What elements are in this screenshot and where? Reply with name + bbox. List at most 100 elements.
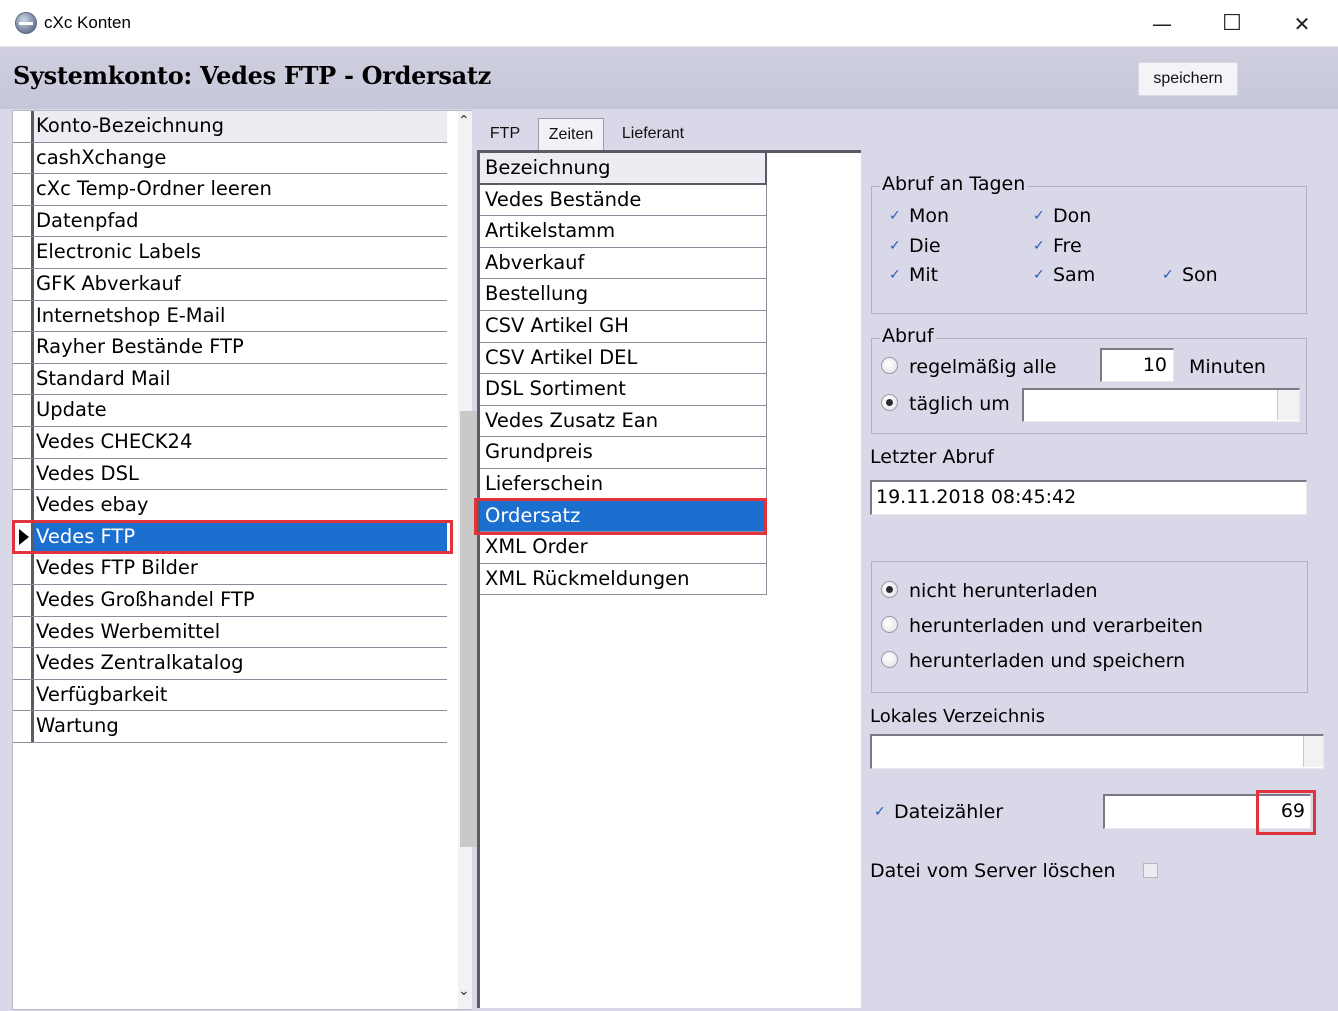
daily-time-input[interactable]	[1022, 388, 1300, 422]
account-row[interactable]: Vedes Zentralkatalog	[13, 648, 447, 680]
account-row[interactable]: Electronic Labels	[13, 237, 447, 269]
interval-input[interactable]: 10	[1100, 348, 1174, 382]
day-label: Don	[1053, 205, 1092, 227]
download-option-radio[interactable]	[881, 581, 898, 598]
local-dir-label: Lokales Verzeichnis	[870, 706, 1046, 727]
last-fetch-value: 19.11.2018 08:45:42	[876, 486, 1077, 508]
record-row[interactable]: XML Rückmeldungen	[480, 563, 767, 596]
record-row[interactable]: XML Order	[480, 532, 767, 564]
record-row[interactable]: Grundpreis	[480, 437, 767, 469]
tab-ftp[interactable]: FTP	[482, 118, 528, 150]
account-row[interactable]: cashXchange	[13, 142, 447, 175]
account-row[interactable]: Vedes Werbemittel	[13, 616, 447, 649]
row-indicator	[13, 585, 34, 616]
day-checkbox-fre[interactable]: ✓	[1033, 239, 1047, 253]
tab-lieferant[interactable]: Lieferant	[612, 118, 694, 150]
account-row[interactable]: Vedes ebay	[13, 490, 447, 522]
row-indicator	[13, 205, 34, 237]
day-checkbox-mon[interactable]: ✓	[889, 209, 903, 223]
account-row[interactable]: cXc Temp-Ordner leeren	[13, 174, 447, 206]
account-row[interactable]: Verfügbarkeit	[13, 679, 447, 712]
record-row[interactable]: Lieferschein	[480, 469, 767, 501]
account-label: Konto-Bezeichnung	[36, 114, 224, 137]
accounts-column-header[interactable]: Konto-Bezeichnung	[13, 111, 447, 143]
row-indicator	[13, 427, 34, 458]
record-row[interactable]: Vedes Bestände	[480, 184, 767, 217]
day-checkbox-don[interactable]: ✓	[1033, 209, 1047, 223]
radio-daily[interactable]	[881, 394, 898, 411]
account-label: Vedes Zentralkatalog	[36, 651, 244, 675]
tab-zeiten[interactable]: Zeiten	[538, 118, 604, 150]
browse-button[interactable]	[1303, 736, 1323, 767]
local-dir-input[interactable]	[870, 734, 1324, 769]
account-label: Vedes FTP Bilder	[36, 556, 198, 580]
row-indicator	[13, 142, 34, 174]
scroll-up-icon[interactable]: ⌃	[458, 113, 470, 129]
day-checkbox-die[interactable]: ✓	[889, 239, 903, 253]
record-label: XML Rückmeldungen	[485, 566, 690, 590]
account-label: Vedes Großhandel FTP	[36, 588, 255, 611]
account-label: Datenpfad	[36, 208, 139, 232]
app-icon	[15, 12, 37, 34]
row-indicator	[13, 363, 34, 395]
account-row[interactable]: Wartung	[13, 711, 447, 743]
download-option-label: herunterladen und verarbeiten	[909, 615, 1203, 637]
window-title: cXc Konten	[44, 13, 131, 32]
maximize-button[interactable]: ☐	[1197, 0, 1267, 47]
save-button[interactable]: speichern	[1138, 62, 1238, 96]
record-row[interactable]: CSV Artikel GH	[480, 311, 767, 343]
record-row[interactable]: Vedes Zusatz Ean	[480, 405, 767, 438]
record-row[interactable]: Artikelstamm	[480, 216, 767, 248]
records-column-header[interactable]: Bezeichnung	[480, 153, 767, 185]
record-row[interactable]: DSL Sortiment	[480, 374, 767, 406]
record-label: Vedes Bestände	[485, 187, 642, 211]
row-indicator	[13, 174, 34, 205]
account-label: Internetshop E-Mail	[36, 303, 226, 327]
account-row[interactable]: Vedes DSL	[13, 458, 447, 491]
file-counter-checkbox[interactable]: ✓	[874, 805, 888, 819]
day-label: Mit	[909, 264, 939, 286]
page-title: Systemkonto: Vedes FTP - Ordersatz	[13, 61, 491, 90]
day-label: Son	[1182, 264, 1218, 286]
file-counter-label: Dateizähler	[894, 801, 1004, 823]
day-checkbox-sam[interactable]: ✓	[1033, 268, 1047, 282]
account-label: cXc Temp-Ordner leeren	[36, 177, 272, 201]
settings-panel: Abruf an Tagen ✓ Mon ✓ Don ✓ Die ✓ Fre ✓ Mit ✓ Sam ✓…	[861, 150, 1335, 1008]
account-label: Electronic Labels	[36, 240, 202, 264]
delete-from-server-label: Datei vom Server löschen	[870, 860, 1116, 882]
download-option-label: herunterladen und speichern	[909, 650, 1186, 672]
close-button[interactable]: ✕	[1267, 0, 1337, 47]
record-row[interactable]: CSV Artikel DEL	[480, 342, 767, 375]
delete-from-server-checkbox[interactable]	[1143, 863, 1158, 878]
last-fetch-field[interactable]: 19.11.2018 08:45:42	[870, 480, 1307, 515]
time-dropdown-button[interactable]	[1277, 390, 1299, 420]
account-row[interactable]: Vedes CHECK24	[13, 427, 447, 459]
page-header: Systemkonto: Vedes FTP - Ordersatz speic…	[0, 47, 1338, 109]
account-row[interactable]: Rayher Bestände FTP	[13, 332, 447, 364]
regular-label: regelmäßig alle	[909, 356, 1057, 378]
minimize-button[interactable]: —	[1127, 0, 1197, 47]
accounts-scrollbar[interactable]: ⌃ ⌄	[458, 111, 480, 1009]
day-checkbox-mit[interactable]: ✓	[889, 268, 903, 282]
account-row[interactable]: Vedes Großhandel FTP	[13, 585, 447, 617]
scroll-down-icon[interactable]: ⌄	[458, 983, 470, 999]
row-indicator	[13, 237, 34, 268]
interval-value: 10	[1142, 354, 1167, 376]
day-checkbox-son[interactable]: ✓	[1162, 268, 1176, 282]
account-row[interactable]: Vedes FTP Bilder	[13, 553, 447, 585]
day-label: Mon	[909, 205, 950, 227]
radio-regular[interactable]	[881, 357, 898, 374]
account-row[interactable]: GFK Abverkauf	[13, 269, 447, 301]
record-row[interactable]: Bestellung	[480, 279, 767, 311]
row-indicator	[13, 395, 34, 426]
download-option-radio[interactable]	[881, 616, 898, 633]
record-row[interactable]: Abverkauf	[480, 247, 767, 280]
record-label: Bezeichnung	[485, 156, 611, 179]
download-option-radio[interactable]	[881, 651, 898, 668]
account-row[interactable]: Standard Mail	[13, 363, 447, 396]
account-row[interactable]: Internetshop E-Mail	[13, 300, 447, 333]
row-indicator	[13, 711, 34, 742]
account-row[interactable]: Datenpfad	[13, 205, 447, 238]
record-label: XML Order	[485, 535, 588, 559]
account-row[interactable]: Update	[13, 395, 447, 427]
